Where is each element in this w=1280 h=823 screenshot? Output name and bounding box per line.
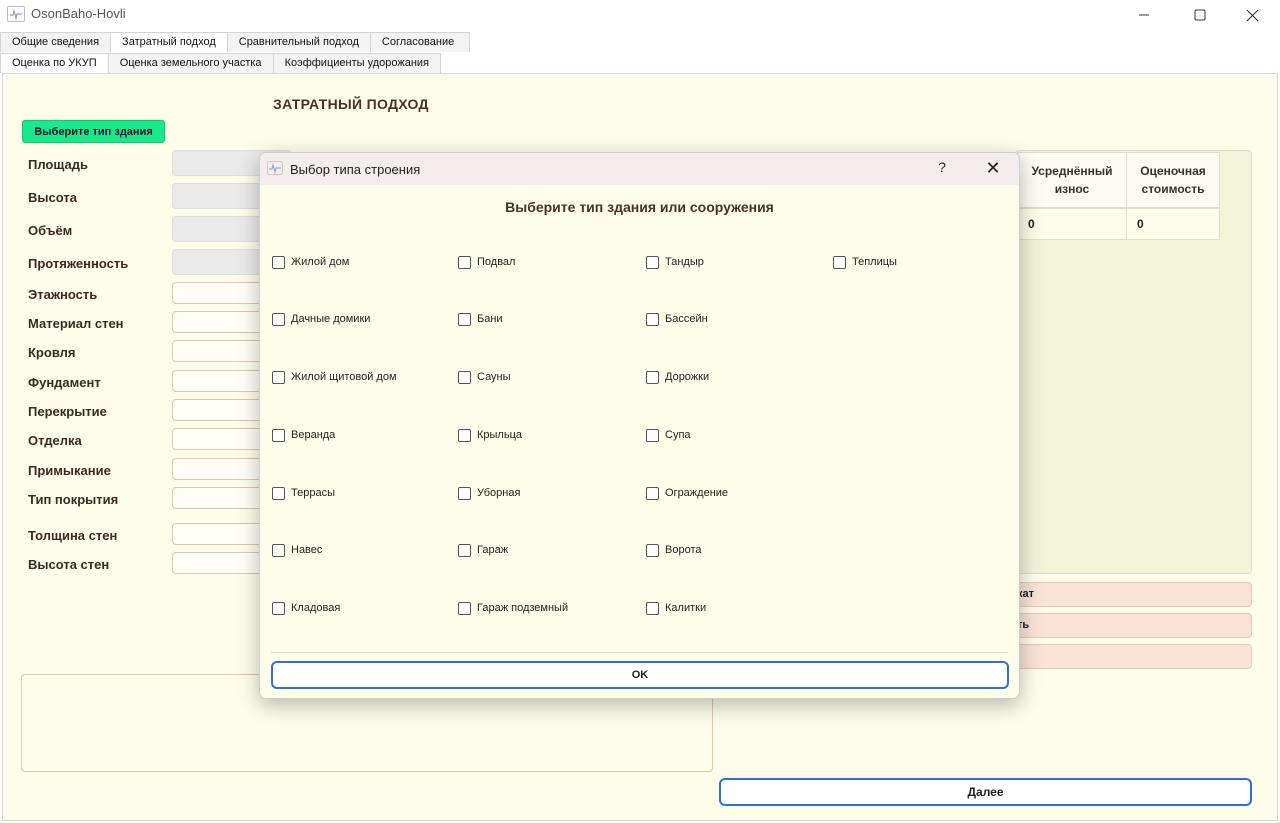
- field-label-area: Площадь: [28, 157, 88, 172]
- field-label-floors: Этажность: [28, 287, 98, 302]
- option-underground-garage[interactable]: Гараж подземный: [458, 600, 568, 616]
- table-header-wear: Усреднённый износ: [1017, 152, 1127, 208]
- ok-button[interactable]: OK: [271, 661, 1009, 689]
- field-label-finish: Отделка: [28, 433, 82, 448]
- option-saunas[interactable]: Сауны: [458, 369, 511, 385]
- checkbox[interactable]: [272, 486, 285, 500]
- option-baths[interactable]: Бани: [458, 311, 503, 327]
- checkbox[interactable]: [272, 255, 285, 269]
- maximize-icon[interactable]: [1177, 0, 1223, 30]
- dialog-close-icon[interactable]: ✕: [982, 157, 1004, 179]
- option-tandoor[interactable]: Тандыр: [646, 254, 704, 270]
- option-panel-house[interactable]: Жилой щитовой дом: [272, 369, 397, 385]
- tab-general[interactable]: Общие сведения: [0, 32, 112, 52]
- tab-land-plot[interactable]: Оценка земельного участка: [107, 53, 274, 73]
- checkbox[interactable]: [272, 601, 285, 615]
- building-type-dialog: Выбор типа строения ? ✕ Выберите тип зда…: [259, 152, 1020, 699]
- checkbox[interactable]: [272, 428, 285, 442]
- option-garage[interactable]: Гараж: [458, 542, 508, 558]
- checkbox[interactable]: [646, 601, 659, 615]
- option-veranda[interactable]: Веранда: [272, 427, 335, 443]
- option-supa[interactable]: Супа: [646, 427, 691, 443]
- table-cell-wear: 0: [1017, 208, 1127, 240]
- title-bar: OsonBaho-Hovli: [0, 0, 1280, 30]
- checkbox[interactable]: [646, 255, 659, 269]
- field-label-coating-type: Тип покрытия: [28, 492, 119, 507]
- checkbox[interactable]: [646, 428, 659, 442]
- main-tabs: Общие сведения Затратный подход Сравните…: [0, 32, 470, 52]
- checkbox[interactable]: [458, 312, 471, 326]
- close-icon[interactable]: [1229, 0, 1275, 30]
- window-title: OsonBaho-Hovli: [31, 6, 126, 21]
- dialog-app-icon: [267, 161, 283, 175]
- option-storeroom[interactable]: Кладовая: [272, 600, 340, 616]
- sub-tabs: Оценка по УКУП Оценка земельного участка…: [0, 53, 442, 73]
- field-label-wall-height: Высота стен: [28, 557, 110, 572]
- field-label-wall-material: Материал стен: [28, 316, 124, 331]
- checkbox[interactable]: [646, 486, 659, 500]
- side-action-button-3[interactable]: [1005, 644, 1252, 669]
- option-toilet[interactable]: Уборная: [458, 485, 520, 501]
- option-terraces[interactable]: Террасы: [272, 485, 335, 501]
- dialog-title-bar: Выбор типа строения ? ✕: [260, 153, 1019, 185]
- table-cell-value: 0: [1126, 208, 1220, 240]
- app-icon: [7, 6, 25, 22]
- tab-comparative-approach[interactable]: Сравнительный подход: [226, 32, 371, 52]
- tab-cost-coefficients[interactable]: Коэффициенты удорожания: [272, 53, 442, 73]
- option-wickets[interactable]: Калитки: [646, 600, 706, 616]
- option-basement[interactable]: Подвал: [458, 254, 515, 270]
- checkbox[interactable]: [458, 428, 471, 442]
- checkbox[interactable]: [646, 543, 659, 557]
- checkbox[interactable]: [458, 370, 471, 384]
- option-porches[interactable]: Крыльца: [458, 427, 522, 443]
- option-fence[interactable]: Ограждение: [646, 485, 728, 501]
- checkbox[interactable]: [272, 543, 285, 557]
- field-label-roof: Кровля: [28, 345, 76, 360]
- option-country-houses[interactable]: Дачные домики: [272, 311, 370, 327]
- option-pool[interactable]: Бассейн: [646, 311, 708, 327]
- option-gates[interactable]: Ворота: [646, 542, 701, 558]
- option-residential-house[interactable]: Жилой дом: [272, 254, 349, 270]
- checkbox[interactable]: [458, 486, 471, 500]
- tab-ukup[interactable]: Оценка по УКУП: [0, 53, 109, 73]
- option-greenhouses[interactable]: Теплицы: [833, 254, 897, 270]
- help-icon[interactable]: ?: [932, 159, 952, 179]
- select-building-type-button[interactable]: Выберите тип здания: [22, 120, 165, 143]
- dialog-title: Выбор типа строения: [290, 162, 421, 177]
- checkbox[interactable]: [646, 370, 659, 384]
- checkbox[interactable]: [272, 312, 285, 326]
- dialog-divider: [271, 652, 1008, 653]
- tab-reconciliation[interactable]: Согласование: [369, 32, 470, 52]
- checkbox[interactable]: [646, 312, 659, 326]
- option-paths[interactable]: Дорожки: [646, 369, 709, 385]
- tab-cost-approach[interactable]: Затратный подход: [110, 32, 228, 52]
- field-label-volume: Объём: [28, 223, 73, 238]
- field-label-slab: Перекрытие: [28, 404, 107, 419]
- checkbox[interactable]: [458, 601, 471, 615]
- side-action-button-2[interactable]: ть: [1005, 613, 1252, 638]
- side-action-button-1[interactable]: кат: [1005, 582, 1252, 607]
- dialog-heading: Выберите тип здания или сооружения: [505, 199, 774, 215]
- checkbox[interactable]: [272, 370, 285, 384]
- next-button[interactable]: Далее: [719, 778, 1252, 806]
- checkbox[interactable]: [458, 255, 471, 269]
- field-label-foundation: Фундамент: [28, 375, 101, 390]
- field-label-wall-thickness: Толщина стен: [28, 528, 118, 543]
- checkbox[interactable]: [833, 255, 846, 269]
- page-title: ЗАТРАТНЫЙ ПОДХОД: [273, 96, 429, 112]
- field-label-adjoining: Примыкание: [28, 463, 111, 478]
- option-canopy[interactable]: Навес: [272, 542, 322, 558]
- table-header-value: Оценочная стоимость: [1126, 152, 1220, 208]
- field-label-height: Высота: [28, 190, 77, 205]
- checkbox[interactable]: [458, 543, 471, 557]
- field-label-length: Протяженность: [28, 256, 129, 271]
- minimize-icon[interactable]: [1121, 0, 1167, 30]
